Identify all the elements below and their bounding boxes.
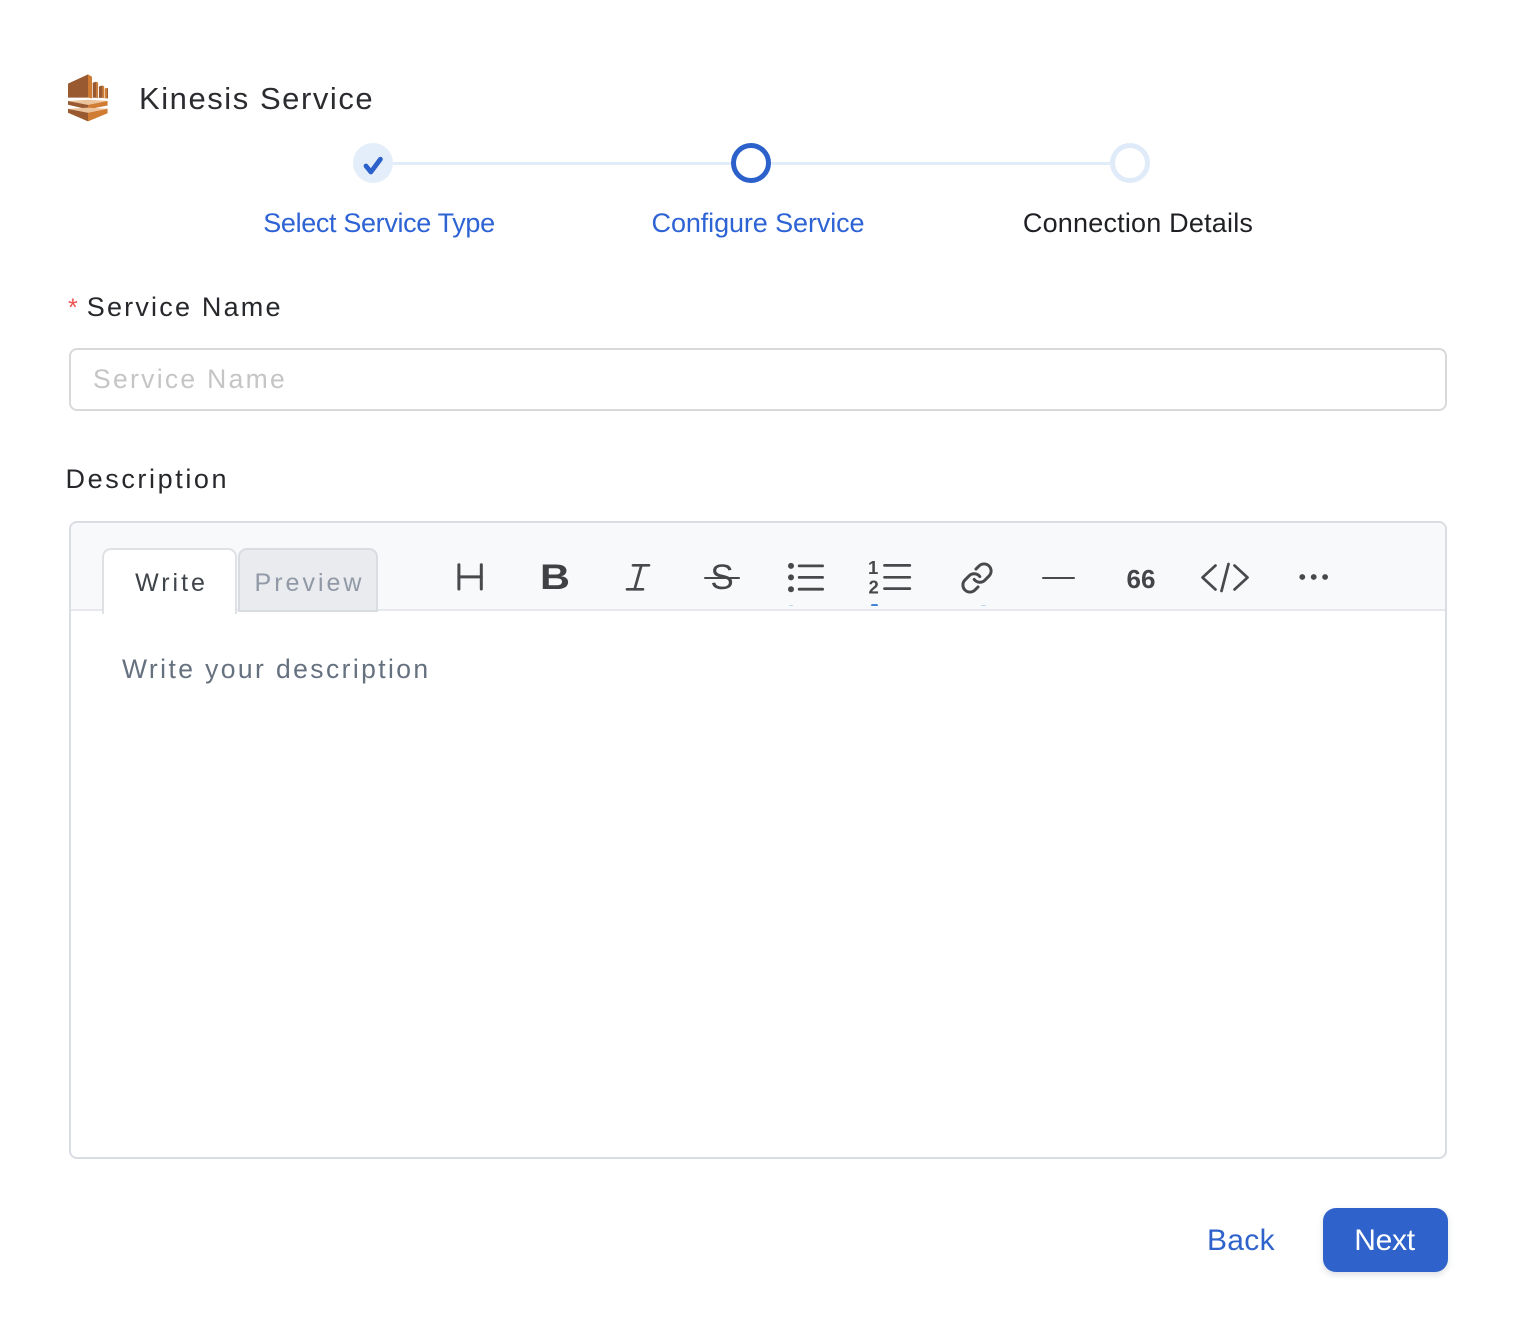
svg-text:1: 1 (868, 559, 878, 578)
svg-text:2: 2 (869, 576, 879, 596)
